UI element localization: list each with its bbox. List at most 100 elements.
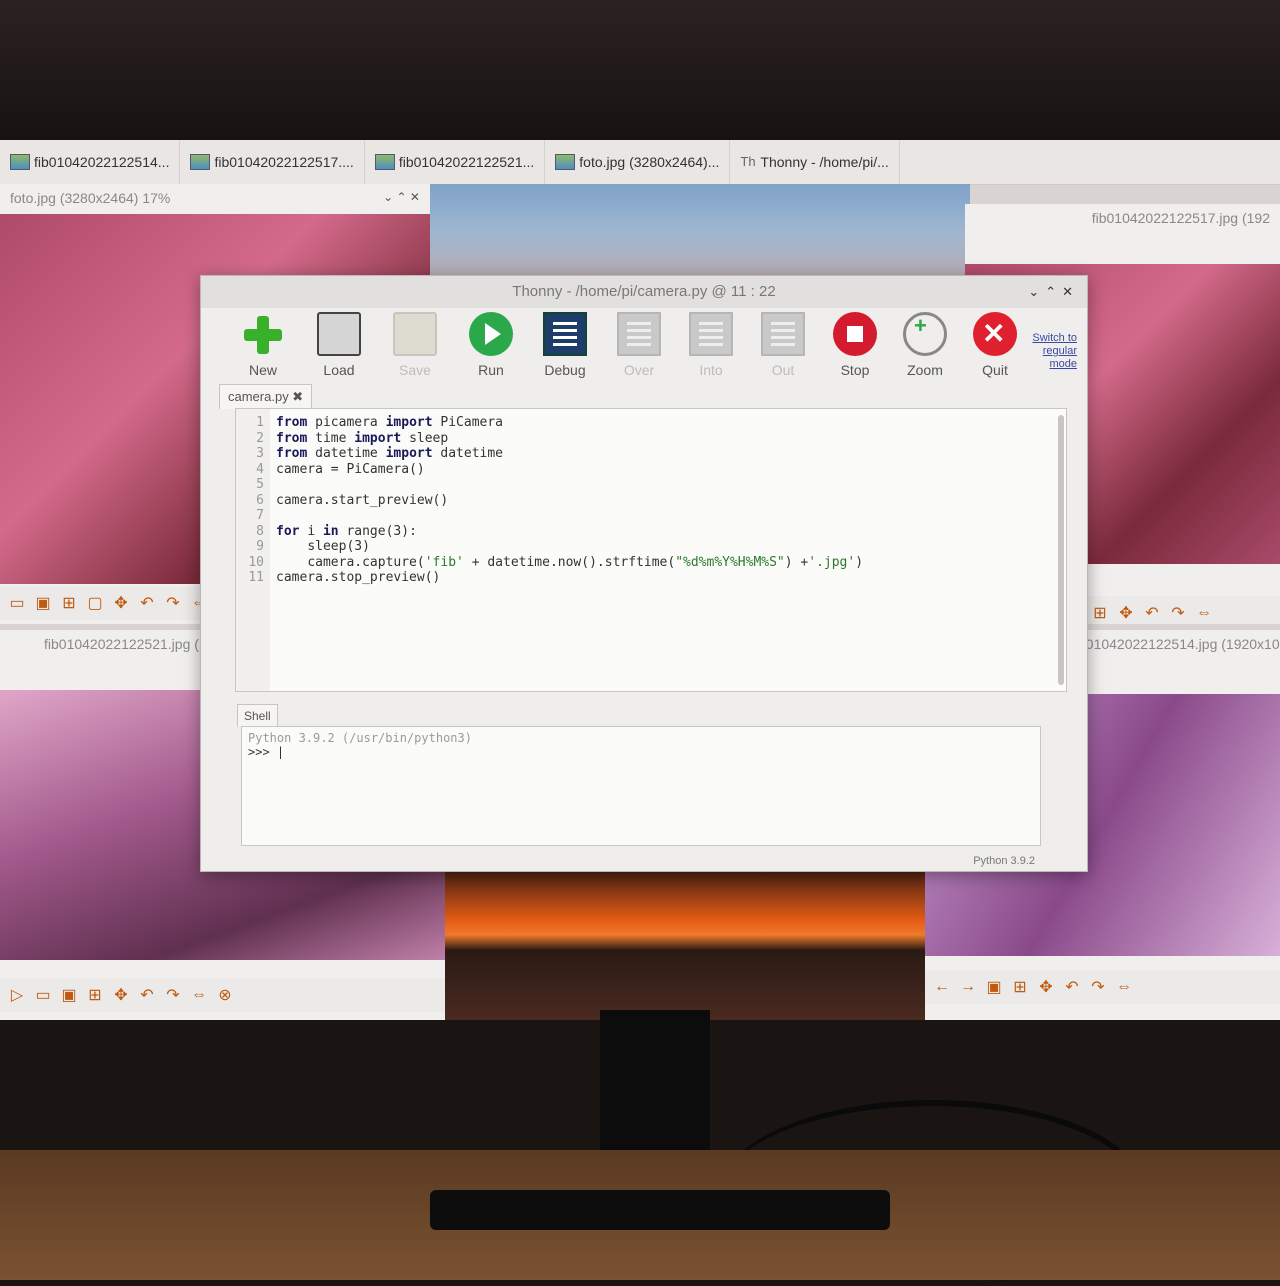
save-button[interactable]: Save (385, 312, 445, 378)
zoom-fit-icon[interactable]: ▣ (985, 977, 1003, 997)
code-line: for i in range(3): (276, 523, 417, 539)
zoom-out-icon[interactable]: ▭ (8, 593, 26, 613)
quit-button[interactable]: Quit (965, 312, 1025, 378)
taskbar-item-foto[interactable]: foto.jpg (3280x2464)... (545, 140, 731, 184)
image-icon (10, 154, 30, 170)
zoom-fit-icon[interactable]: ▣ (34, 593, 52, 613)
next-icon[interactable]: ▷ (8, 985, 26, 1005)
step-over-icon (617, 312, 661, 356)
viewer-toolbar: ▷ ▭ ▣ ⊞ ✥ ↶ ↷ ⇔ ⊗ (0, 978, 445, 1012)
zoom-label: Zoom (907, 362, 943, 378)
fullscreen-icon[interactable]: ⊞ (86, 985, 104, 1005)
line-number: 6 (256, 492, 264, 508)
rotate-left-icon[interactable]: ↶ (138, 985, 156, 1005)
step-out-button[interactable]: Out (753, 312, 813, 378)
out-label: Out (771, 362, 795, 378)
fullscreen-icon[interactable]: ⊞ (1011, 977, 1029, 997)
save-label: Save (399, 362, 431, 378)
step-out-icon (761, 312, 805, 356)
code-line: from datetime import datetime (276, 446, 504, 461)
window-title: Thonny - /home/pi/camera.py @ 11 : 22 (201, 276, 1087, 308)
flip-icon[interactable]: ⇔ (1115, 978, 1133, 996)
code-editor[interactable]: 1 2 3 4 5 6 7 8 9 10 11 from picamera import PiCam… (235, 408, 1067, 692)
editor-scrollbar[interactable] (1058, 415, 1064, 685)
taskbar-item-label: fib01042022122521... (398, 154, 535, 170)
taskbar-item-fib521[interactable]: fib01042022122521... (365, 140, 546, 184)
line-numbers: 1 2 3 4 5 6 7 8 9 10 11 (236, 409, 270, 691)
stop-button[interactable]: Stop (825, 312, 885, 378)
fullscreen-icon[interactable]: ⊞ (60, 593, 78, 613)
move-icon[interactable]: ✥ (112, 593, 130, 613)
plus-icon (241, 312, 285, 356)
debug-button[interactable]: Debug (535, 312, 595, 378)
rotate-right-icon[interactable]: ↷ (164, 985, 182, 1005)
load-button[interactable]: Load (309, 312, 369, 378)
rotate-right-icon[interactable]: ↷ (1169, 603, 1187, 623)
shell-prompt[interactable]: >>> | (248, 745, 1034, 759)
flip-icon[interactable]: ⇔ (190, 986, 208, 1004)
code-line: camera.start_preview() (276, 492, 449, 508)
window-controls[interactable]: ⌄ ⌃ ✕ (383, 190, 420, 204)
rotate-left-icon[interactable]: ↶ (1063, 977, 1081, 997)
new-button[interactable]: New (233, 312, 293, 378)
taskbar: fib01042022122514... fib01042022122517..… (0, 140, 1280, 185)
run-button[interactable]: Run (461, 312, 521, 378)
tab-camera-py[interactable]: camera.py ✖ (219, 384, 313, 409)
line-number: 9 (256, 539, 264, 554)
into-label: Into (699, 362, 723, 378)
delete-icon[interactable]: ⊗ (216, 985, 234, 1005)
zoom-button[interactable]: Zoom (895, 312, 955, 378)
tab-shell[interactable]: Shell (237, 704, 278, 727)
viewer-title: fib01042022122517.jpg (192 (1091, 210, 1270, 226)
viewer-title: foto.jpg (3280x2464) 17% (10, 190, 171, 206)
line-number: 8 (256, 523, 264, 539)
stop-icon (833, 312, 877, 356)
taskbar-item-thonny[interactable]: Th Thonny - /home/pi/... (730, 140, 900, 184)
taskbar-item-fib514[interactable]: fib01042022122514... (0, 140, 181, 184)
debug-label: Debug (544, 362, 586, 378)
move-icon[interactable]: ✥ (1037, 977, 1055, 997)
step-over-button[interactable]: Over (609, 312, 669, 378)
stop-label: Stop (840, 362, 870, 378)
rotate-left-icon[interactable]: ↶ (1143, 603, 1161, 623)
zoom-fit-icon[interactable]: ▣ (60, 985, 78, 1005)
zoom-in-icon[interactable]: ▢ (86, 593, 104, 613)
room-background (0, 0, 1280, 160)
taskbar-item-fib517[interactable]: fib01042022122517.... (180, 140, 365, 184)
taskbar-item-label: fib01042022122517.... (214, 154, 354, 170)
rotate-right-icon[interactable]: ↷ (164, 593, 182, 613)
monitor-foot (430, 1190, 890, 1230)
rotate-right-icon[interactable]: ↷ (1089, 977, 1107, 997)
fullscreen-icon[interactable]: ⊞ (1091, 603, 1109, 623)
window-controls[interactable]: ⌄⌃✕ (1028, 276, 1079, 308)
rotate-left-icon[interactable]: ↶ (138, 593, 156, 613)
line-number: 4 (256, 461, 264, 477)
line-number: 3 (256, 446, 264, 461)
move-icon[interactable]: ✥ (112, 985, 130, 1005)
thonny-icon: Th (740, 154, 756, 169)
image-icon (374, 154, 395, 170)
save-icon (393, 312, 437, 356)
flip-icon[interactable]: ⇔ (1195, 604, 1213, 622)
monitor-screen: fib01042022122514... fib01042022122517..… (0, 140, 1280, 1020)
switch-mode-link[interactable]: Switch to regular mode (1017, 332, 1077, 371)
taskbar-item-label: Thonny - /home/pi/... (760, 154, 889, 170)
code-line: camera.stop_preview() (276, 570, 441, 585)
code-text[interactable]: from picamera import PiCamera from time i… (276, 415, 863, 586)
viewer-toolbar: ← → ▣ ⊞ ✥ ↶ ↷ ⇔ (925, 970, 1280, 1004)
taskbar-item-label: fib01042022122514... (34, 154, 170, 170)
back-icon[interactable]: ← (933, 978, 951, 996)
step-into-button[interactable]: Into (681, 312, 741, 378)
taskbar-item-label: foto.jpg (3280x2464)... (579, 154, 720, 170)
code-line: camera.capture('fib' + datetime.now().st… (307, 554, 864, 570)
line-number: 1 (256, 415, 264, 430)
thonny-window: Thonny - /home/pi/camera.py @ 11 : 22 ⌄⌃… (200, 275, 1088, 872)
shell-panel[interactable]: Python 3.9.2 (/usr/bin/python3) >>> | (241, 726, 1041, 846)
zoom-icon (903, 312, 947, 356)
zoom-out-icon[interactable]: ▭ (34, 985, 52, 1005)
forward-icon[interactable]: → (959, 978, 977, 996)
move-icon[interactable]: ✥ (1117, 603, 1135, 623)
code-line: from picamera import PiCamera (276, 415, 504, 430)
